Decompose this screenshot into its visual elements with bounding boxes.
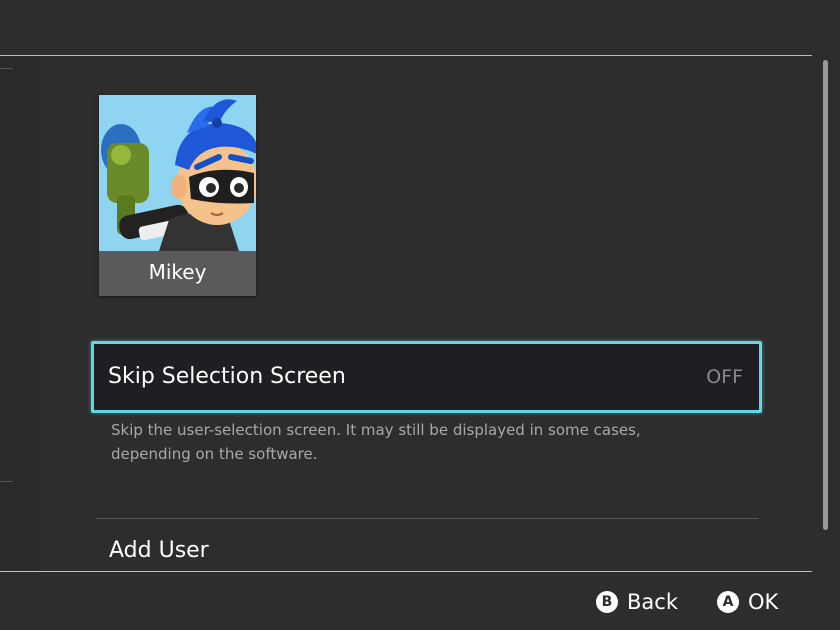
a-button-icon: A: [717, 591, 739, 613]
header-area: [0, 0, 840, 55]
setting-value: OFF: [706, 366, 743, 388]
header-divider: [0, 55, 812, 56]
back-button[interactable]: B Back: [596, 590, 678, 614]
skip-selection-screen-setting[interactable]: Skip Selection Screen OFF: [91, 341, 762, 413]
b-button-icon: B: [596, 591, 618, 613]
inkling-boy-avatar-icon: [99, 95, 256, 251]
setting-label: Skip Selection Screen: [108, 364, 346, 389]
avatar-illustration: [99, 95, 256, 251]
scrollbar[interactable]: [823, 60, 828, 530]
user-card[interactable]: Mikey: [99, 95, 256, 296]
row-divider: [96, 518, 758, 519]
category-divider: [0, 481, 13, 482]
user-name: Mikey: [148, 260, 207, 284]
add-user-button[interactable]: Add User: [109, 538, 209, 563]
setting-description: Skip the user-selection screen. It may s…: [111, 421, 641, 463]
footer-bar: B Back A OK: [0, 572, 840, 630]
back-label: Back: [627, 590, 678, 614]
settings-category-column: [0, 56, 40, 570]
user-settings-screen: Mikey Skip Selection Screen OFF Skip the…: [0, 0, 840, 630]
ok-label: OK: [748, 590, 779, 614]
ok-button[interactable]: A OK: [717, 590, 778, 614]
category-divider: [0, 68, 13, 69]
